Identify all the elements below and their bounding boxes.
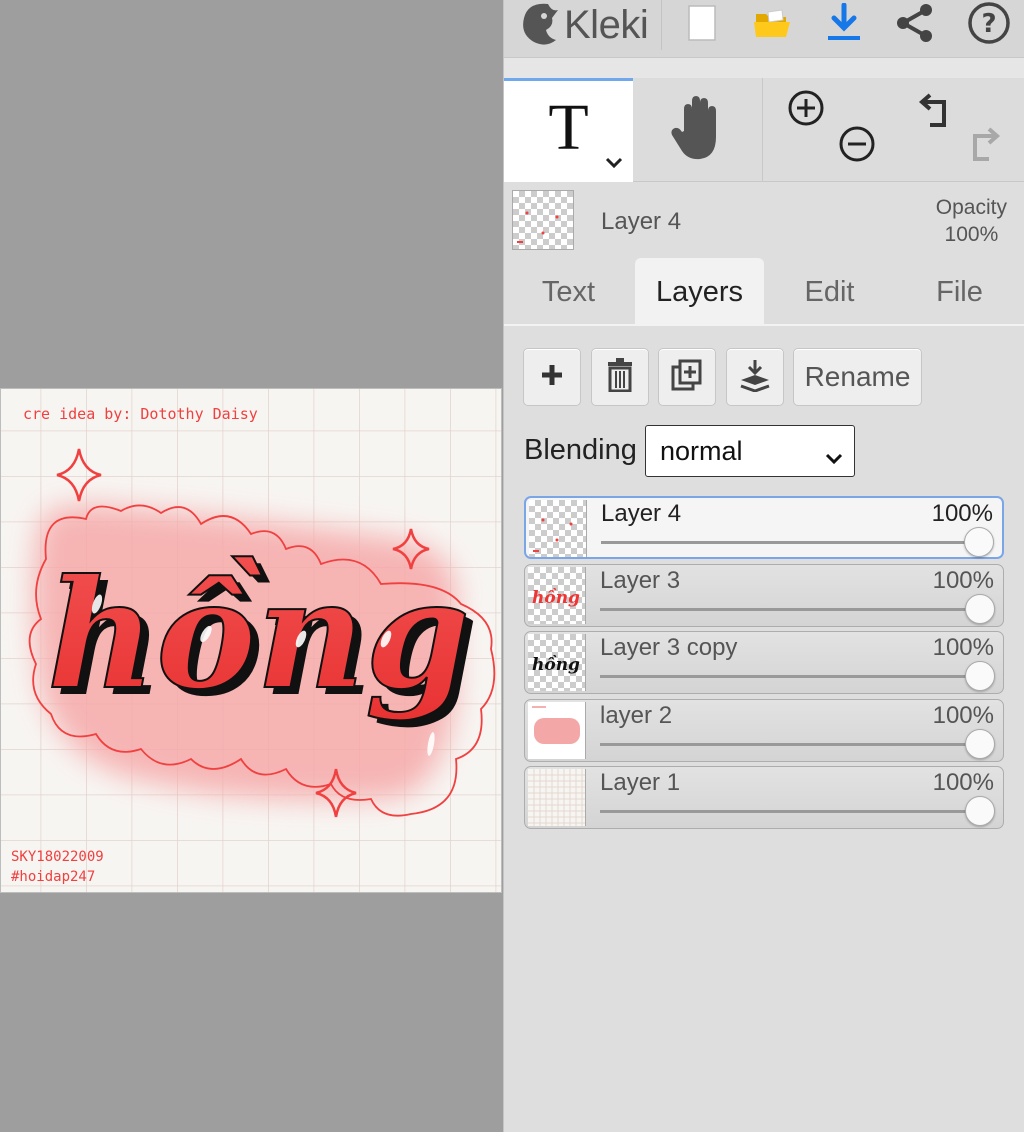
chevron-down-icon[interactable]: [605, 156, 623, 174]
undo-button[interactable]: [914, 92, 954, 132]
layer-opacity-slider[interactable]: [601, 541, 978, 544]
layer-name: Layer 3 copy: [600, 634, 738, 661]
opacity-label: Opacity: [935, 196, 1007, 219]
layer-opacity: 100%: [932, 634, 994, 661]
new-file-icon: [687, 4, 717, 47]
layer-opacity: 100%: [931, 500, 993, 527]
zoom-out-button[interactable]: [837, 126, 877, 166]
side-panel: Kleki ? T Layer 4 Opacity 100% Text Laye…: [503, 0, 1024, 1132]
layer-opacity: 100%: [932, 769, 994, 796]
layer-opacity-slider[interactable]: [600, 608, 979, 611]
layer-name: Layer 1: [600, 769, 681, 796]
kleki-logo[interactable]: Kleki: [504, 0, 662, 50]
download-icon: [826, 2, 862, 48]
add-layer-button[interactable]: [523, 348, 581, 406]
layer-opacity-handle[interactable]: [965, 594, 995, 624]
app-name: Kleki: [564, 2, 649, 47]
layer-name: layer 2: [600, 702, 673, 729]
tab-edit[interactable]: Edit: [765, 258, 894, 326]
zoom-in-icon: [787, 89, 825, 132]
signature-line1: SKY18022009: [11, 849, 104, 865]
redo-button[interactable]: [965, 126, 1005, 166]
svg-text:hồng: hồng: [532, 655, 580, 675]
open-file-button[interactable]: [746, 0, 798, 50]
layer-opacity: 100%: [932, 567, 994, 594]
share-icon: [895, 3, 935, 48]
tab-text[interactable]: Text: [504, 258, 633, 326]
open-folder-icon: [752, 6, 792, 45]
chevron-down-icon: [824, 442, 844, 473]
text-tool-button[interactable]: T: [504, 78, 633, 182]
zoom-out-icon: [838, 125, 876, 168]
hand-tool-button[interactable]: [633, 78, 763, 182]
kleki-logo-icon: [518, 0, 560, 51]
layer-opacity-handle[interactable]: [965, 729, 995, 759]
active-layer-name: Layer 4: [601, 208, 682, 235]
hand-tool-icon: [670, 95, 726, 166]
layer-row-layer-4[interactable]: Layer 4 100%: [524, 496, 1004, 559]
layer-opacity-handle[interactable]: [965, 796, 995, 826]
blending-value: normal: [660, 435, 743, 466]
layer-opacity-handle[interactable]: [965, 661, 995, 691]
layer-opacity-handle[interactable]: [964, 527, 994, 557]
rename-label: Rename: [804, 361, 911, 392]
canvas-viewport[interactable]: hồng hồng cre idea by: Dotothy Daisy SKY…: [0, 0, 503, 1132]
layer-thumbnail: [528, 769, 586, 826]
signature-line2: #hoidap247: [11, 869, 95, 885]
layer-name: Layer 3: [600, 567, 681, 594]
help-button[interactable]: ?: [963, 0, 1015, 50]
share-button[interactable]: [889, 0, 941, 50]
layer-thumbnail: [529, 500, 587, 557]
undo-icon: [916, 91, 952, 134]
layers-pane: Rename Blending normal Layer 4 100% hồng…: [504, 328, 1024, 1132]
merge-down-button[interactable]: [726, 348, 784, 406]
layer-name: Layer 4: [601, 500, 682, 527]
zoom-in-button[interactable]: [786, 90, 826, 130]
layer-thumbnail: hồng: [528, 567, 586, 624]
svg-text:?: ?: [981, 9, 996, 39]
panel-tabs: Text Layers Edit File: [504, 258, 1024, 326]
layer-opacity: 100%: [932, 702, 994, 729]
blending-label: Blending: [524, 434, 637, 466]
new-file-button[interactable]: [676, 0, 728, 50]
rename-layer-button[interactable]: Rename: [793, 348, 922, 406]
download-button[interactable]: [818, 0, 870, 50]
layer-row-layer-1[interactable]: Layer 1 100%: [524, 766, 1004, 829]
layer-opacity-slider[interactable]: [600, 743, 979, 746]
text-tool-icon: T: [548, 90, 589, 164]
duplicate-layer-button[interactable]: [658, 348, 716, 406]
active-layer-thumbnail: [512, 190, 574, 250]
tab-layers[interactable]: Layers: [635, 258, 764, 326]
redo-icon: [967, 125, 1003, 168]
opacity-value: 100%: [944, 223, 999, 246]
lettering: hồng: [47, 547, 470, 723]
artwork: hồng hồng cre idea by: Dotothy Daisy SKY…: [1, 389, 501, 892]
layer-opacity-slider[interactable]: [600, 675, 979, 678]
delete-layer-button[interactable]: [591, 348, 649, 406]
top-bar: Kleki ?: [504, 0, 1024, 58]
merge-down-icon: [739, 358, 771, 397]
layer-row-layer-2[interactable]: layer 2 100%: [524, 699, 1004, 762]
trash-icon: [606, 357, 634, 397]
credit-text: cre idea by: Dotothy Daisy: [23, 405, 258, 423]
layer-opacity-slider[interactable]: [600, 810, 979, 813]
layer-row-layer-3-copy[interactable]: hồng Layer 3 copy 100%: [524, 631, 1004, 694]
help-icon: ?: [967, 1, 1011, 50]
tab-file[interactable]: File: [895, 258, 1024, 326]
layer-thumbnail: hồng: [528, 634, 586, 691]
active-layer-info: Layer 4 Opacity 100%: [504, 182, 1024, 258]
drawing-canvas[interactable]: hồng hồng cre idea by: Dotothy Daisy SKY…: [0, 388, 502, 893]
layer-thumbnail: [528, 702, 586, 759]
plus-icon: [539, 362, 565, 393]
duplicate-icon: [671, 359, 703, 396]
layer-row-layer-3[interactable]: hồng Layer 3 100%: [524, 564, 1004, 627]
blending-select[interactable]: normal: [645, 425, 855, 477]
opacity-readout[interactable]: Opacity 100%: [936, 194, 1007, 248]
svg-text:hồng: hồng: [532, 588, 580, 608]
